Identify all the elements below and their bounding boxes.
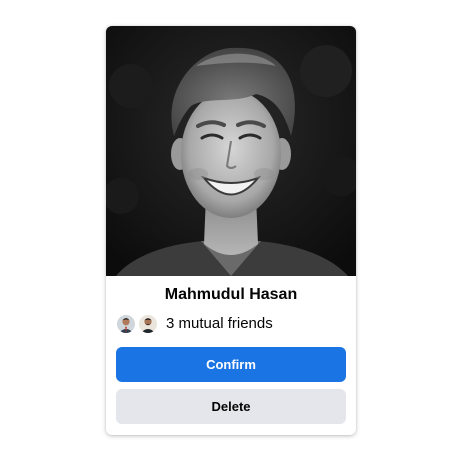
mutual-friend-avatar-icon[interactable] [116, 314, 136, 334]
mutual-friends-text: 3 mutual friends [166, 315, 273, 332]
mutual-friend-avatar-icon[interactable] [138, 314, 158, 334]
mutual-friends[interactable]: 3 mutual friends [116, 313, 273, 335]
confirm-button[interactable]: Confirm [116, 347, 346, 382]
delete-button[interactable]: Delete [116, 389, 346, 424]
friend-name[interactable]: Mahmudul Hasan [106, 285, 356, 305]
profile-photo[interactable] [106, 26, 356, 276]
friend-request-card: Mahmudul Hasan 3 mutual friends Confirm … [106, 26, 356, 435]
